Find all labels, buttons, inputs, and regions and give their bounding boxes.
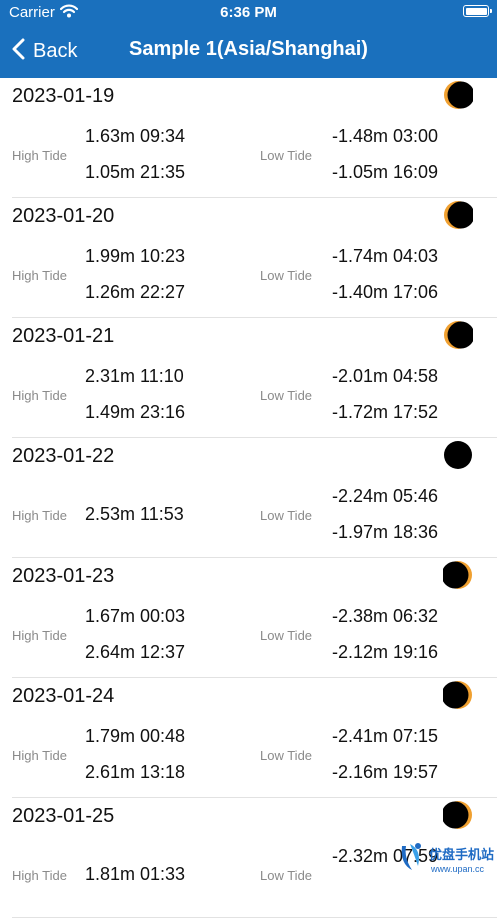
high-tide-value: 1.99m 10:23 (85, 246, 186, 266)
high-tide-value: 1.05m 21:35 (85, 162, 186, 182)
low-tide-label: Low Tide (260, 868, 313, 883)
battery-icon (463, 5, 492, 17)
tide-day-row[interactable]: 2023-01-23 High Tide Low Tide 1.67m 00:03 2.… (0, 558, 497, 678)
low-tide-label: Low Tide (260, 628, 313, 643)
high-tide-label: High Tide (12, 868, 67, 883)
high-tide-value: 2.61m 13:18 (85, 762, 186, 782)
low-tide-value: -2.16m 19:57 (332, 762, 439, 782)
date-label: 2023-01-25 (12, 805, 115, 827)
high-tide-value: 1.63m 09:34 (85, 126, 186, 146)
date-label: 2023-01-21 (12, 325, 115, 347)
high-tide-label: High Tide (12, 388, 67, 403)
moon-phase-icon (441, 680, 473, 715)
low-tide-label: Low Tide (260, 268, 313, 283)
high-tide-value: 2.31m 11:10 (85, 366, 184, 386)
low-tide-value: -1.40m 17:06 (332, 282, 439, 302)
moon-phase-icon (443, 200, 475, 235)
low-tide-label: Low Tide (260, 508, 313, 523)
high-tide-value: 1.26m 22:27 (85, 282, 186, 302)
high-tide-value: 1.49m 23:16 (85, 402, 186, 422)
date-label: 2023-01-22 (12, 445, 115, 467)
moon-phase-icon (441, 800, 473, 835)
status-time: 6:36 PM (220, 4, 277, 21)
high-tide-label: High Tide (12, 628, 67, 643)
moon-phase-icon (441, 560, 473, 595)
watermark: 优盘手机站 www.upan.cc (396, 836, 494, 880)
low-tide-value: -2.24m 05:46 (332, 486, 439, 506)
high-tide-value: 2.53m 11:53 (85, 504, 184, 524)
low-tide-label: Low Tide (260, 148, 313, 163)
date-label: 2023-01-24 (12, 685, 115, 707)
watermark-logo-icon (396, 840, 426, 879)
low-tide-value: -1.48m 03:00 (332, 126, 439, 146)
navigation-bar: Carrier 6:36 PM Back Sample 1(Asia/Shang… (0, 0, 497, 78)
tide-day-row[interactable]: 2023-01-19 High Tide Low Tide 1.63m 09:34 1.… (0, 78, 497, 198)
low-tide-value: -2.01m 04:58 (332, 366, 439, 386)
watermark-name: 优盘手机站 (429, 847, 495, 862)
date-label: 2023-01-23 (12, 565, 115, 587)
high-tide-value: 2.64m 12:37 (85, 642, 186, 662)
low-tide-value: -1.05m 16:09 (332, 162, 439, 182)
moon-phase-icon (443, 320, 475, 355)
tide-day-row[interactable]: 2023-01-24 High Tide Low Tide 1.79m 00:48 2.… (0, 678, 497, 798)
high-tide-value: 1.79m 00:48 (85, 726, 186, 746)
watermark-url: www.upan.cc (431, 864, 485, 874)
tide-day-row[interactable]: 2023-01-21 High Tide Low Tide 2.31m 11:10 1.… (0, 318, 497, 438)
tide-day-row[interactable]: 2023-01-20 High Tide Low Tide 1.99m 10:23 1.… (0, 198, 497, 318)
high-tide-label: High Tide (12, 148, 67, 163)
date-label: 2023-01-20 (12, 205, 115, 227)
high-tide-label: High Tide (12, 508, 67, 523)
low-tide-value: -1.97m 18:36 (332, 522, 439, 542)
tide-list[interactable]: 2023-01-19 High Tide Low Tide 1.63m 09:34 1.… (0, 78, 497, 918)
low-tide-label: Low Tide (260, 748, 313, 763)
low-tide-value: -2.41m 07:15 (332, 726, 439, 746)
low-tide-value: -1.72m 17:52 (332, 402, 439, 422)
status-bar: Carrier 6:36 PM (0, 0, 497, 26)
moon-phase-icon (443, 440, 473, 475)
high-tide-label: High Tide (12, 748, 67, 763)
date-label: 2023-01-19 (12, 85, 115, 107)
tide-day-row[interactable]: 2023-01-22 High Tide Low Tide 2.53m 11:53 -2… (0, 438, 497, 558)
high-tide-value: 1.67m 00:03 (85, 606, 186, 626)
low-tide-value: -1.74m 04:03 (332, 246, 439, 266)
low-tide-label: Low Tide (260, 388, 313, 403)
high-tide-label: High Tide (12, 268, 67, 283)
moon-phase-icon (443, 80, 475, 115)
low-tide-value: -2.12m 19:16 (332, 642, 439, 662)
page-title: Sample 1(Asia/Shanghai) (129, 38, 368, 60)
low-tide-value: -2.38m 06:32 (332, 606, 439, 626)
high-tide-value: 1.81m 01:33 (85, 864, 186, 884)
